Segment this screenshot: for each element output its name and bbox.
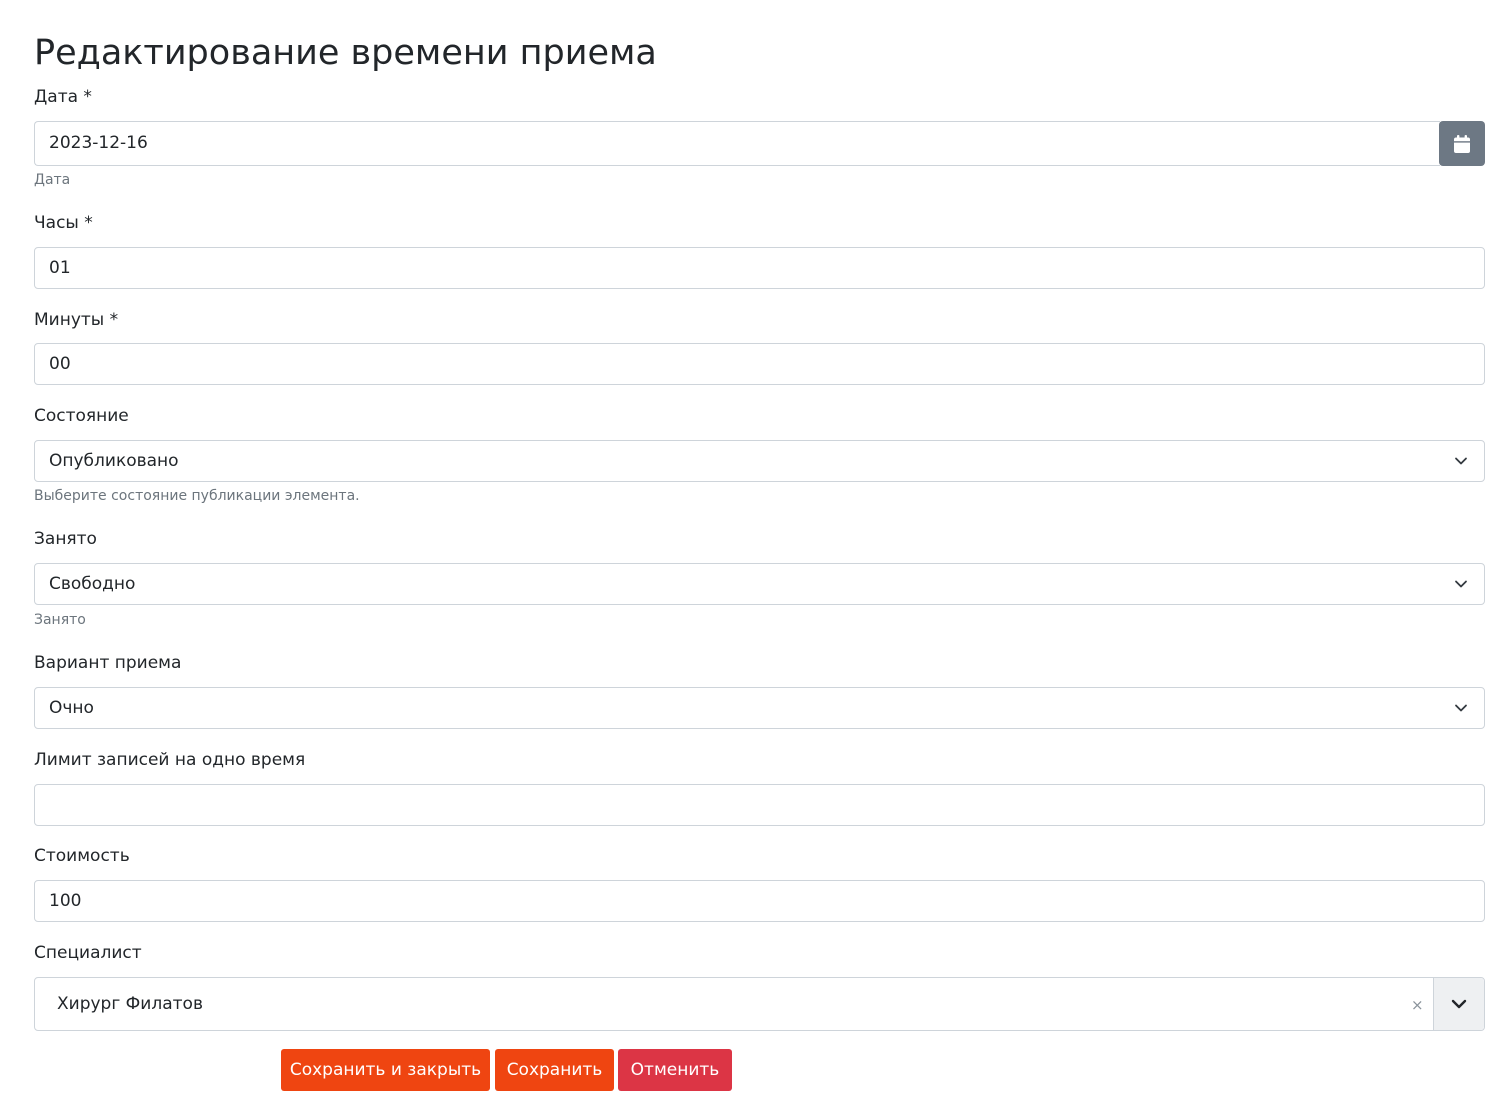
date-input[interactable]: 2023-12-16 [34,121,1440,166]
minutes-label: Минуты * [34,310,119,330]
date-label: Дата * [34,87,92,107]
date-value: 2023-12-16 [49,133,148,153]
date-hint: Дата [34,172,71,188]
busy-select[interactable]: Свободно [34,563,1485,605]
save-button[interactable]: Сохранить [495,1049,614,1091]
state-value: Опубликовано [49,451,179,471]
variant-select[interactable]: Очно [34,687,1485,729]
busy-hint: Занято [34,612,86,628]
specialist-select[interactable]: Хирург Филатов × [34,977,1485,1031]
limit-input[interactable] [34,784,1485,826]
cost-value: 100 [49,891,82,911]
hours-input[interactable]: 01 [34,247,1485,289]
cost-label: Стоимость [34,846,130,866]
clear-selection-icon[interactable]: × [1411,978,1424,1032]
cancel-button[interactable]: Отменить [618,1049,732,1091]
minutes-input[interactable]: 00 [34,343,1485,385]
save-and-close-button[interactable]: Сохранить и закрыть [281,1049,490,1091]
hours-label: Часы * [34,213,93,233]
state-label: Состояние [34,406,129,426]
hours-value: 01 [49,258,71,278]
busy-value: Свободно [49,574,136,594]
state-hint: Выберите состояние публикации элемента. [34,488,360,504]
page-title: Редактирование времени приема [34,33,657,73]
chevron-down-icon [1451,999,1467,1009]
specialist-dropdown-toggle[interactable] [1433,978,1484,1030]
minutes-value: 00 [49,354,71,374]
cost-input[interactable]: 100 [34,880,1485,922]
chevron-down-icon [1455,704,1467,712]
calendar-icon [1454,134,1470,153]
limit-label: Лимит записей на одно время [34,750,306,770]
variant-value: Очно [49,698,94,718]
specialist-value: Хирург Филатов [57,994,203,1014]
specialist-label: Специалист [34,943,142,963]
variant-label: Вариант приема [34,653,182,673]
date-field: 2023-12-16 [34,121,1485,166]
busy-label: Занято [34,529,97,549]
state-select[interactable]: Опубликовано [34,440,1485,482]
chevron-down-icon [1455,580,1467,588]
chevron-down-icon [1455,457,1467,465]
calendar-button[interactable] [1439,121,1485,166]
